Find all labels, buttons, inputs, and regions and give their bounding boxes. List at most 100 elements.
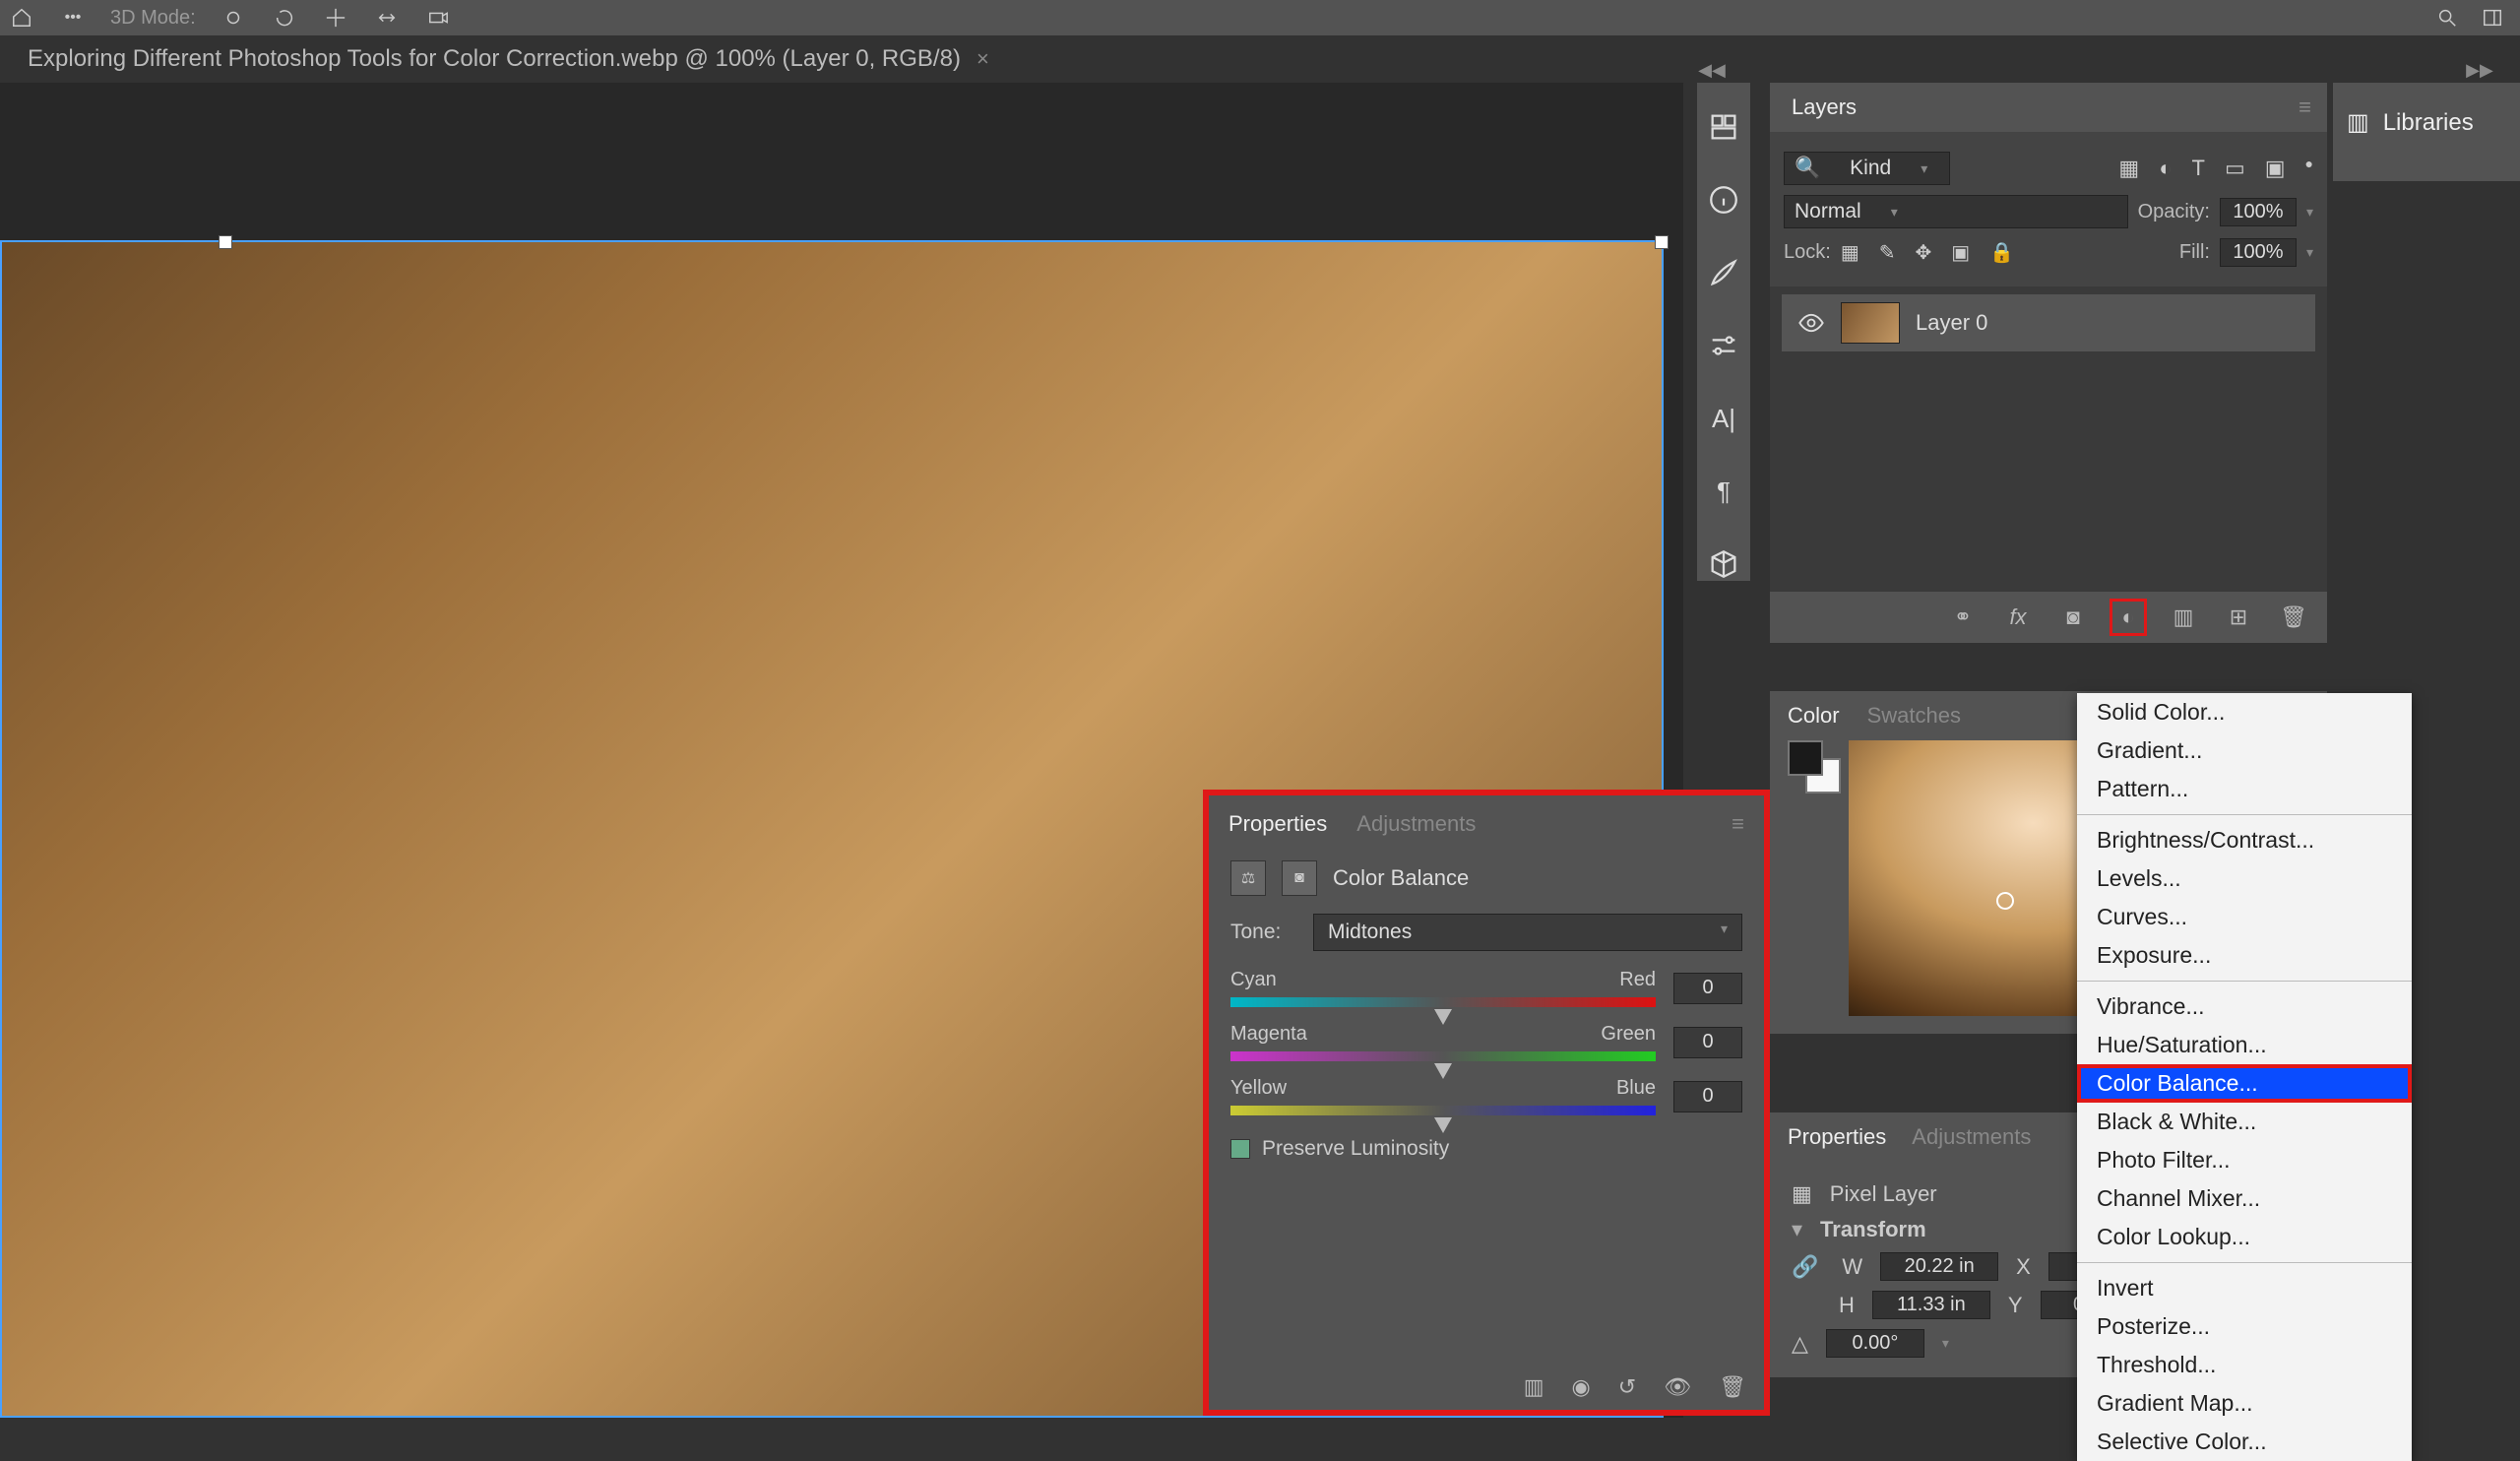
- slider-thumb-icon[interactable]: [1434, 1117, 1452, 1133]
- lock-brush-icon[interactable]: ✎: [1879, 240, 1896, 265]
- menu-item-curves[interactable]: Curves...: [2077, 898, 2412, 936]
- tone-select[interactable]: Midtones ▾: [1313, 914, 1742, 951]
- libraries-label[interactable]: Libraries: [2383, 109, 2474, 137]
- yellow-blue-slider[interactable]: [1230, 1106, 1656, 1115]
- transform-handle[interactable]: [219, 235, 232, 249]
- swatches-tab[interactable]: Swatches: [1867, 703, 1961, 729]
- menu-item-brightness-contrast[interactable]: Brightness/Contrast...: [2077, 821, 2412, 859]
- orbit-icon[interactable]: [220, 4, 247, 32]
- properties-tab[interactable]: Properties: [1228, 811, 1327, 837]
- visibility-icon[interactable]: [1797, 309, 1825, 337]
- menu-item-hue-saturation[interactable]: Hue/Saturation...: [2077, 1026, 2412, 1064]
- layer-filter-select[interactable]: 🔍 Kind ▾: [1784, 152, 1950, 185]
- picker-cursor-icon[interactable]: [1996, 892, 2014, 910]
- collapse-panels-left-icon[interactable]: ◀◀: [1683, 57, 1740, 83]
- fill-input[interactable]: 100%: [2220, 238, 2297, 267]
- search-icon[interactable]: [2433, 4, 2461, 32]
- slide-icon[interactable]: [373, 4, 401, 32]
- mask-icon[interactable]: ◙: [1282, 860, 1317, 896]
- height-input[interactable]: 11.33 in: [1872, 1291, 1990, 1319]
- opacity-input[interactable]: 100%: [2220, 198, 2297, 226]
- properties-tab[interactable]: Properties: [1788, 1124, 1886, 1150]
- lock-move-icon[interactable]: ✥: [1915, 240, 1931, 265]
- clip-icon[interactable]: ▥: [1524, 1374, 1544, 1400]
- layer-mask-icon[interactable]: ◙: [2057, 602, 2089, 633]
- libraries-icon[interactable]: ▥: [2347, 108, 2369, 137]
- lock-pixels-icon[interactable]: ▦: [1841, 240, 1859, 265]
- yellow-blue-value[interactable]: 0: [1673, 1081, 1742, 1112]
- visibility-icon[interactable]: 👁: [1664, 1374, 1691, 1400]
- adjustments-tab[interactable]: Adjustments: [1912, 1124, 2031, 1150]
- more-icon[interactable]: •••: [59, 4, 87, 32]
- previous-icon[interactable]: ◉: [1571, 1374, 1590, 1400]
- menu-item-solid-color[interactable]: Solid Color...: [2077, 693, 2412, 731]
- document-tab[interactable]: Exploring Different Photoshop Tools for …: [14, 37, 1003, 81]
- rotate-icon[interactable]: [271, 4, 298, 32]
- width-input[interactable]: 20.22 in: [1880, 1252, 1998, 1281]
- filter-type-icon[interactable]: T: [2191, 156, 2204, 181]
- panel-menu-icon[interactable]: ≡: [2299, 95, 2311, 120]
- chevron-down-icon[interactable]: ▾: [2306, 204, 2313, 221]
- menu-item-exposure[interactable]: Exposure...: [2077, 936, 2412, 975]
- magenta-green-value[interactable]: 0: [1673, 1027, 1742, 1058]
- menu-item-threshold[interactable]: Threshold...: [2077, 1346, 2412, 1384]
- character-icon[interactable]: A|: [1707, 402, 1740, 435]
- brush-icon[interactable]: [1707, 256, 1740, 289]
- blend-mode-select[interactable]: Normal ▾: [1784, 195, 2128, 228]
- close-tab-icon[interactable]: ×: [976, 46, 989, 72]
- menu-item-levels[interactable]: Levels...: [2077, 859, 2412, 898]
- cyan-red-value[interactable]: 0: [1673, 973, 1742, 1004]
- menu-item-gradient[interactable]: Gradient...: [2077, 731, 2412, 770]
- transform-handle[interactable]: [1655, 235, 1669, 249]
- new-layer-icon[interactable]: ⊞: [2223, 602, 2254, 633]
- menu-item-black-white[interactable]: Black & White...: [2077, 1103, 2412, 1141]
- workspace-icon[interactable]: [2479, 4, 2506, 32]
- filter-adjust-icon[interactable]: ◐: [2159, 156, 2172, 181]
- camera-icon[interactable]: [424, 4, 452, 32]
- home-icon[interactable]: [8, 4, 35, 32]
- menu-item-selective-color[interactable]: Selective Color...: [2077, 1423, 2412, 1461]
- trash-icon[interactable]: 🗑: [1719, 1374, 1746, 1400]
- menu-item-vibrance[interactable]: Vibrance...: [2077, 987, 2412, 1026]
- chevron-down-icon[interactable]: ▾: [1942, 1335, 1949, 1352]
- fg-bg-swatch[interactable]: [1788, 740, 1841, 794]
- paragraph-icon[interactable]: ¶: [1707, 475, 1740, 508]
- menu-item-photo-filter[interactable]: Photo Filter...: [2077, 1141, 2412, 1179]
- menu-item-color-lookup[interactable]: Color Lookup...: [2077, 1218, 2412, 1256]
- 3d-icon[interactable]: [1707, 547, 1740, 581]
- magenta-green-slider[interactable]: [1230, 1051, 1656, 1061]
- link-layers-icon[interactable]: ⚭: [1947, 602, 1979, 633]
- collapse-panels-right-icon[interactable]: ▶▶: [2451, 57, 2508, 83]
- menu-item-posterize[interactable]: Posterize...: [2077, 1307, 2412, 1346]
- adjustments-tab[interactable]: Adjustments: [1356, 811, 1476, 837]
- layer-fx-icon[interactable]: fx: [2002, 602, 2034, 633]
- layer-row[interactable]: Layer 0: [1782, 294, 2315, 351]
- reset-icon[interactable]: ↺: [1618, 1374, 1636, 1400]
- filter-smart-icon[interactable]: ▣: [2265, 156, 2286, 181]
- link-wh-icon[interactable]: 🔗: [1792, 1254, 1818, 1280]
- panel-menu-icon[interactable]: ≡: [1732, 811, 1744, 837]
- pan-icon[interactable]: [322, 4, 349, 32]
- color-tab[interactable]: Color: [1788, 703, 1840, 729]
- adjustment-layer-icon[interactable]: ◐: [2112, 602, 2144, 633]
- slider-thumb-icon[interactable]: [1434, 1063, 1452, 1079]
- chevron-down-icon[interactable]: ▾: [1792, 1217, 1802, 1242]
- layer-name[interactable]: Layer 0: [1916, 310, 1987, 336]
- menu-item-channel-mixer[interactable]: Channel Mixer...: [2077, 1179, 2412, 1218]
- layers-tab[interactable]: Layers: [1786, 91, 1862, 124]
- lock-artboard-icon[interactable]: ▣: [1951, 240, 1970, 265]
- history-icon[interactable]: [1707, 110, 1740, 144]
- menu-item-gradient-map[interactable]: Gradient Map...: [2077, 1384, 2412, 1423]
- foreground-color-swatch[interactable]: [1788, 740, 1823, 776]
- transform-section[interactable]: Transform: [1820, 1217, 1926, 1242]
- adjust-icon[interactable]: [1707, 329, 1740, 362]
- angle-input[interactable]: 0.00°: [1826, 1329, 1924, 1358]
- chevron-down-icon[interactable]: ▾: [2306, 244, 2313, 261]
- slider-thumb-icon[interactable]: [1434, 1009, 1452, 1025]
- group-icon[interactable]: ▥: [2168, 602, 2199, 633]
- layer-thumbnail[interactable]: [1841, 302, 1900, 344]
- filter-shape-icon[interactable]: ▭: [2225, 156, 2245, 181]
- info-icon[interactable]: [1707, 183, 1740, 217]
- menu-item-color-balance[interactable]: Color Balance...: [2077, 1064, 2412, 1103]
- lock-all-icon[interactable]: 🔒: [1989, 240, 2014, 265]
